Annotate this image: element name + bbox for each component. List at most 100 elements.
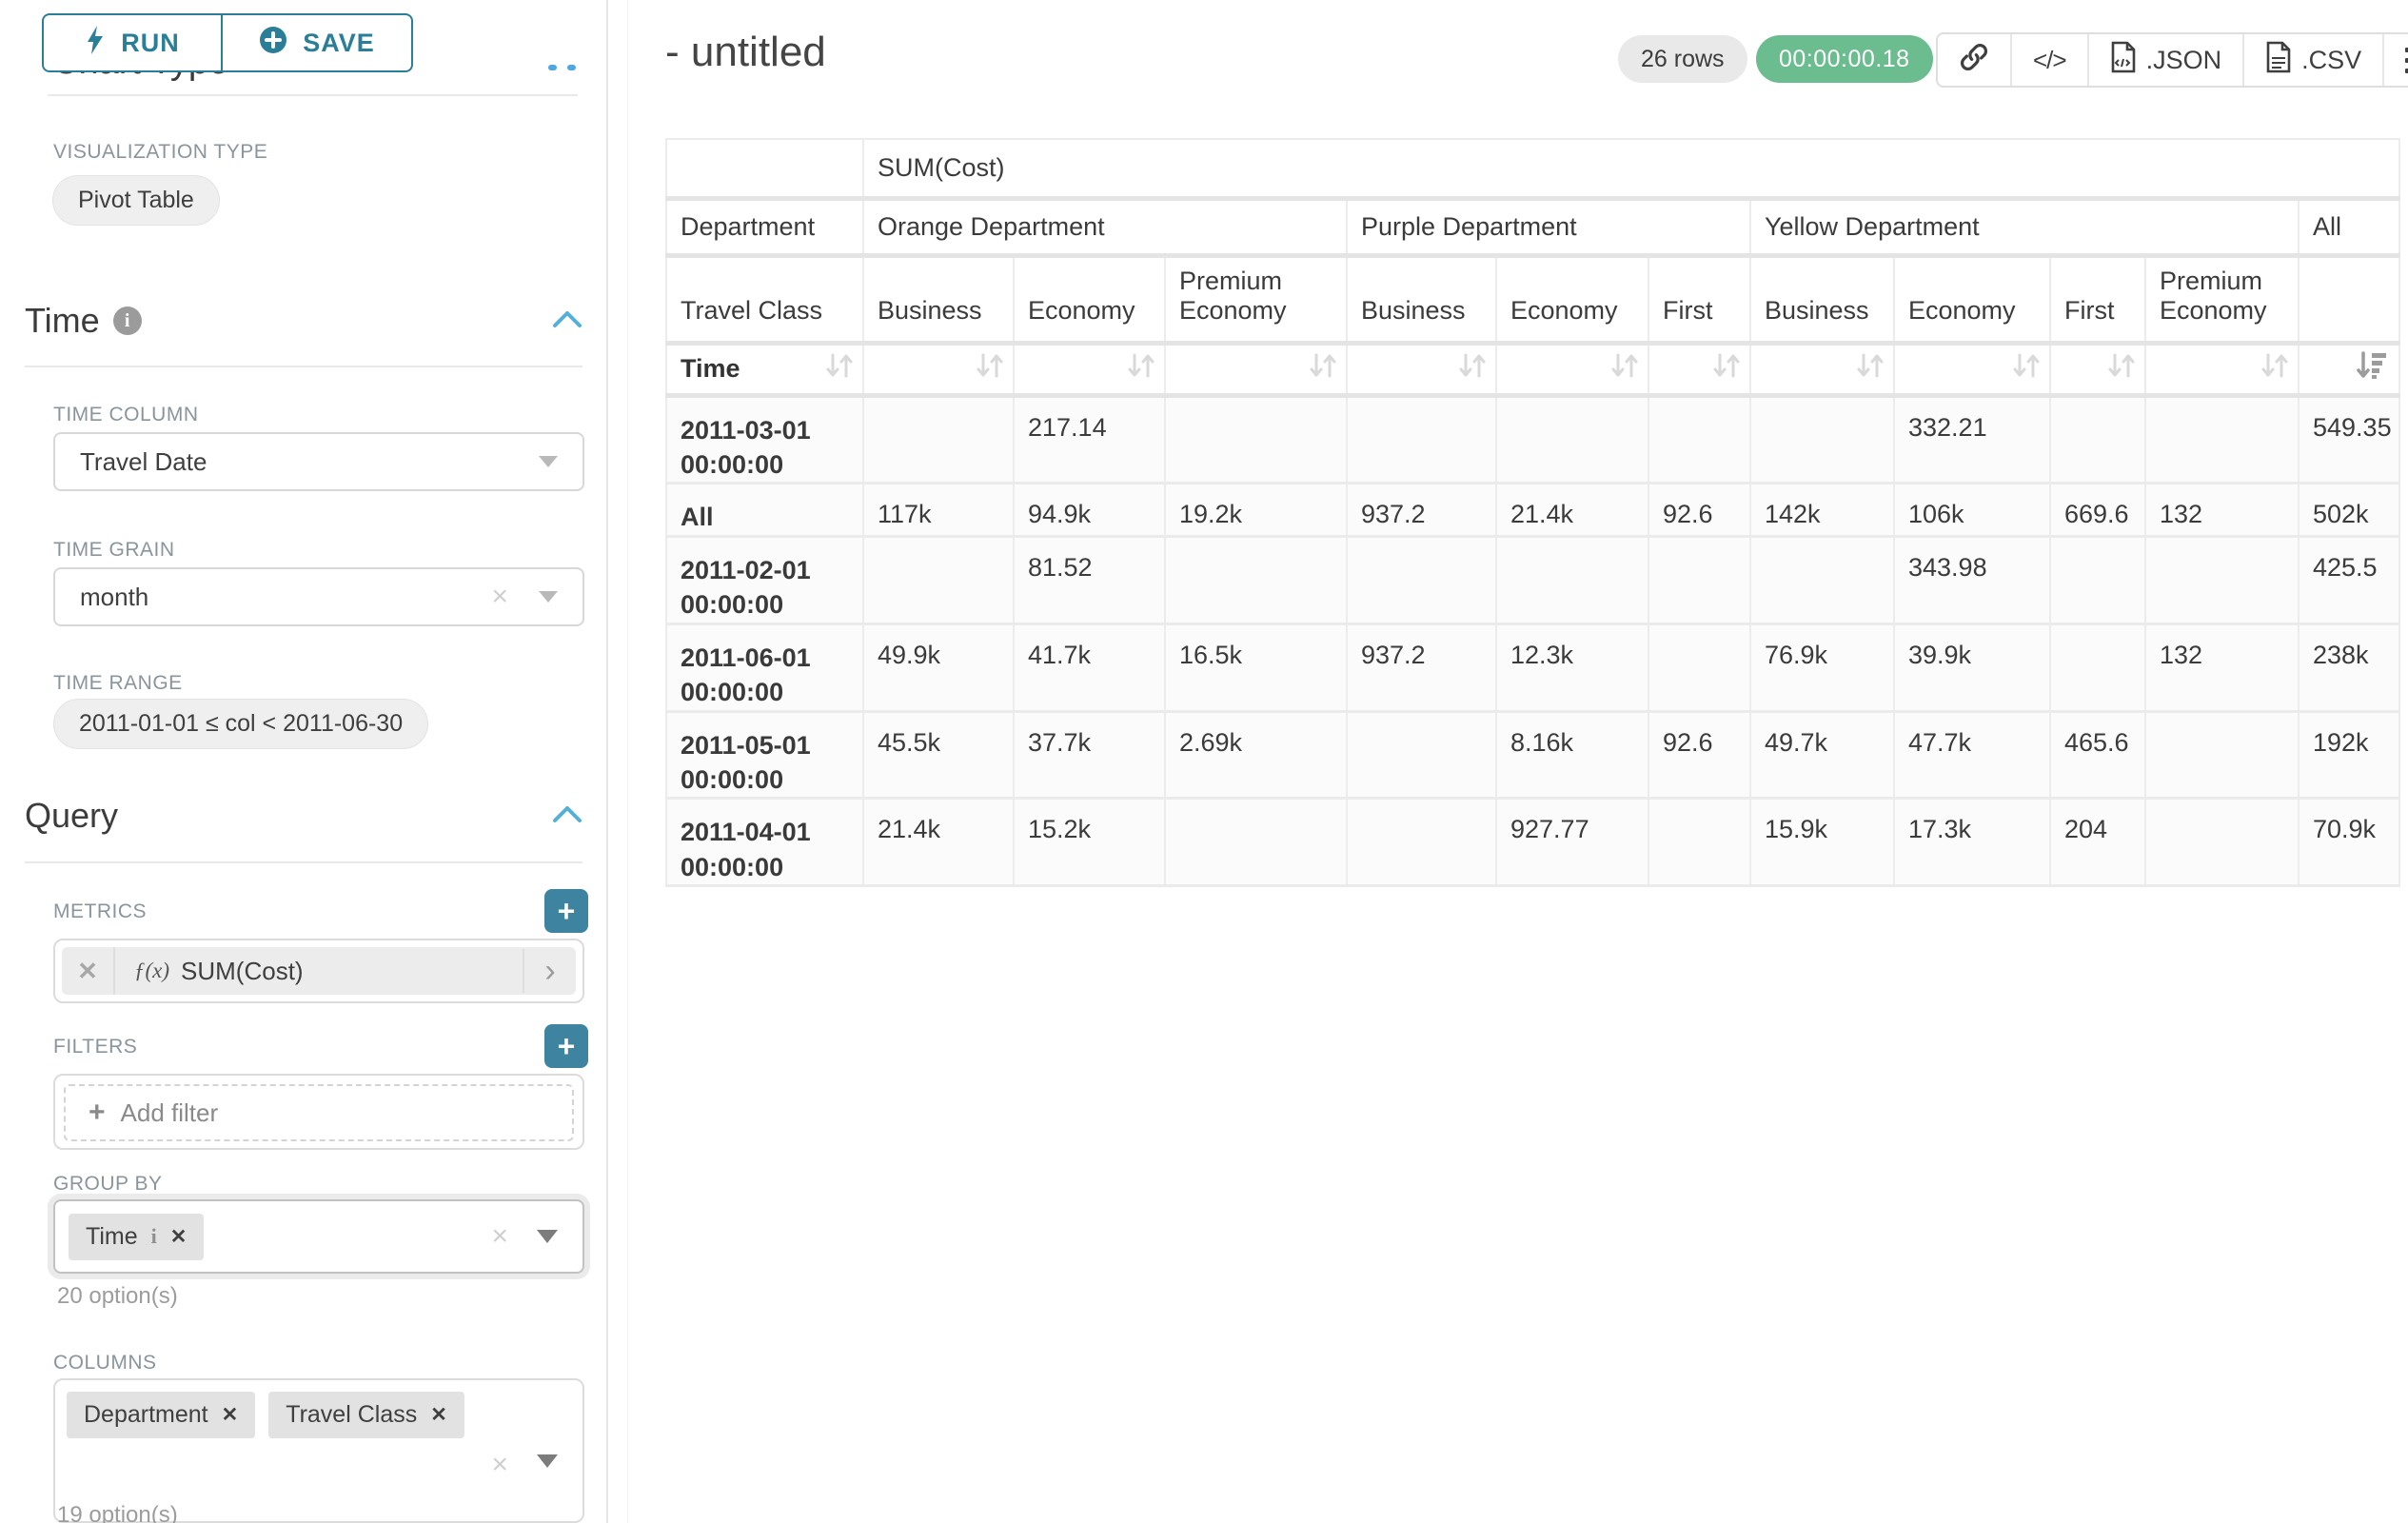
remove-chip-icon[interactable]: ✕ (170, 1225, 188, 1249)
remove-chip-icon[interactable]: ✕ (430, 1403, 447, 1427)
col-header: Premium Economy (1165, 255, 1347, 343)
info-icon[interactable]: i (113, 307, 142, 335)
metric-chip[interactable]: ✕ ƒ(x) SUM(Cost) › (62, 947, 576, 995)
cell: 49.9k (863, 623, 1014, 711)
metrics-label: METRICS (53, 900, 147, 923)
sort-header[interactable] (2145, 343, 2299, 395)
cell (2050, 623, 2145, 711)
panel-drag-handle-dot[interactable] (548, 65, 557, 70)
sort-header[interactable] (1014, 343, 1165, 395)
cell (1750, 395, 1894, 484)
cell: 238k (2299, 623, 2399, 711)
cell (1165, 536, 1347, 623)
table-row: 2011-04-01 00:00:00 21.4k 15.2k 927.77 1… (666, 799, 2399, 886)
sort-header[interactable] (2050, 343, 2145, 395)
time-sort-header[interactable]: Time (666, 343, 863, 395)
group-header-purple: Purple Department (1347, 198, 1750, 255)
cell: 41.7k (1014, 623, 1165, 711)
chevron-right-icon[interactable]: › (523, 949, 576, 993)
sort-header[interactable] (1347, 343, 1496, 395)
query-toolbar: RUN SAVE (42, 13, 413, 72)
metrics-box: ✕ ƒ(x) SUM(Cost) › (53, 939, 584, 1003)
time-range-label: TIME RANGE (53, 672, 183, 695)
cell: 132 (2145, 484, 2299, 536)
bolt-icon (85, 26, 106, 61)
sort-descending-icon (2357, 350, 2389, 387)
cell (2145, 395, 2299, 484)
save-button[interactable]: SAVE (221, 13, 413, 72)
chevron-down-icon[interactable] (537, 1230, 558, 1243)
time-column-select[interactable]: Travel Date (53, 432, 584, 491)
cell: 39.9k (1894, 623, 2050, 711)
time-range-chip[interactable]: 2011-01-01 ≤ col < 2011-06-30 (53, 699, 428, 749)
columns-chip-department[interactable]: Department ✕ (67, 1392, 255, 1438)
corner-cell (666, 139, 863, 198)
clear-icon[interactable]: × (491, 581, 508, 613)
row-label: 2011-02-01 00:00:00 (666, 536, 863, 623)
run-button[interactable]: RUN (42, 13, 223, 72)
sort-icon (2260, 350, 2288, 387)
sort-icon (1609, 350, 1638, 387)
export-csv-button[interactable]: .CSV (2244, 34, 2384, 86)
time-grain-label: TIME GRAIN (53, 539, 175, 562)
cell: 117k (863, 484, 1014, 536)
remove-metric-icon[interactable]: ✕ (62, 947, 115, 995)
visualization-type-chip[interactable]: Pivot Table (52, 175, 220, 226)
travel-class-dim-header: Travel Class (666, 255, 863, 343)
sort-header-active[interactable] (2299, 343, 2399, 395)
time-grain-select[interactable]: month × (53, 567, 584, 626)
cell: 217.14 (1014, 395, 1165, 484)
sort-header[interactable] (1165, 343, 1347, 395)
add-filter-button[interactable]: + Add filter (64, 1084, 574, 1141)
cell: 669.6 (2050, 484, 2145, 536)
table-row: 2011-06-01 00:00:00 49.9k 41.7k 16.5k 93… (666, 623, 2399, 711)
group-header-all: All (2299, 198, 2399, 255)
cell: 15.2k (1014, 799, 1165, 886)
table-row: 2011-03-01 00:00:00 217.14 332.21 549.35 (666, 395, 2399, 484)
clear-icon[interactable]: × (491, 1449, 508, 1481)
more-menu-button[interactable] (2384, 34, 2408, 86)
cell (1347, 395, 1496, 484)
sort-header[interactable] (1648, 343, 1750, 395)
remove-chip-icon[interactable]: ✕ (222, 1403, 239, 1427)
view-query-button[interactable]: </> (2012, 34, 2089, 86)
cell: 45.5k (863, 711, 1014, 799)
panel-divider[interactable] (606, 0, 608, 1523)
columns-label: COLUMNS (53, 1352, 157, 1375)
sort-icon (1126, 350, 1155, 387)
cell: 2.69k (1165, 711, 1347, 799)
group-by-select[interactable]: Time i ✕ × (53, 1199, 584, 1274)
cell (1750, 536, 1894, 623)
filters-box: + Add filter (53, 1074, 584, 1150)
add-metric-button[interactable]: + (544, 889, 588, 933)
control-panel: Chart Type RUN SAVE VISUALIZATION TYPE P… (0, 0, 606, 1523)
sort-icon (975, 350, 1003, 387)
clear-icon[interactable]: × (491, 1220, 508, 1253)
sort-header[interactable] (863, 343, 1014, 395)
sort-header[interactable] (1496, 343, 1648, 395)
columns-chip-travel-class[interactable]: Travel Class ✕ (268, 1392, 464, 1438)
cell (1347, 536, 1496, 623)
cell: 17.3k (1894, 799, 2050, 886)
info-icon[interactable]: i (151, 1224, 157, 1249)
sort-header[interactable] (1750, 343, 1894, 395)
sort-header[interactable] (1894, 343, 2050, 395)
export-button-group: </> .JSON .CSV (1936, 32, 2408, 88)
cell: 549.35 (2299, 395, 2399, 484)
cell: 37.7k (1014, 711, 1165, 799)
cell (1165, 395, 1347, 484)
section-divider (25, 861, 582, 863)
export-json-button[interactable]: .JSON (2089, 34, 2245, 86)
chart-title[interactable]: - untitled (665, 29, 826, 76)
group-by-options-hint: 20 option(s) (57, 1283, 178, 1310)
plus-circle-icon (259, 26, 287, 61)
panel-drag-handle-dot[interactable] (567, 65, 576, 70)
chevron-up-icon[interactable] (552, 804, 582, 828)
sort-icon (1711, 350, 1740, 387)
cell (2145, 536, 2299, 623)
chevron-down-icon[interactable] (537, 1454, 558, 1468)
share-link-button[interactable] (1938, 34, 2012, 86)
group-by-chip-time[interactable]: Time i ✕ (69, 1214, 204, 1260)
add-filter-plus-button[interactable]: + (544, 1024, 588, 1068)
chevron-up-icon[interactable] (552, 309, 582, 333)
